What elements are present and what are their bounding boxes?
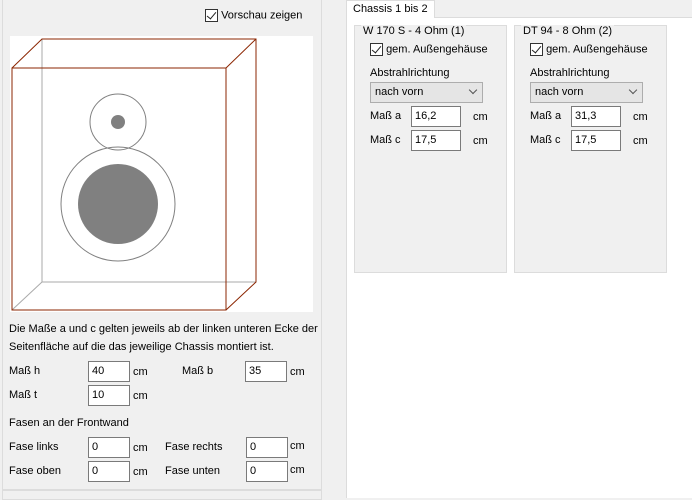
unit-label: cm [633, 111, 648, 123]
fase-unten-label: Fase unten [165, 465, 221, 477]
info-line: Seitenfläche auf die das jeweilige Chass… [9, 341, 274, 353]
direction-select[interactable]: nach vorn [370, 82, 483, 103]
unit-label: cm [133, 366, 148, 378]
unit-label: cm [133, 466, 148, 478]
info-text: Die Maße a und c gelten jeweils ab der l… [9, 320, 319, 356]
chassis-title: DT 94 - 8 Ohm (2) [521, 25, 615, 37]
mass-c-input[interactable]: 17,5 [411, 130, 461, 151]
mass-c-input[interactable]: 17,5 [571, 130, 621, 151]
fase-oben-label: Fase oben [9, 465, 61, 477]
gem-aussengehaeuse-checkbox[interactable]: gem. Außengehäuse [530, 43, 648, 56]
preview-checkbox[interactable]: Vorschau zeigen [205, 9, 302, 22]
fase-links-label: Fase links [9, 441, 59, 453]
mass-a-label: Maß a [370, 110, 402, 122]
bevels-title: Fasen an der Frontwand [9, 417, 129, 429]
preview-background [10, 36, 313, 312]
mass-t-input[interactable]: 10 [88, 385, 130, 406]
preview-checkbox-label: Vorschau zeigen [221, 9, 303, 22]
direction-label: Abstrahlrichtung [530, 67, 610, 79]
fase-oben-input[interactable]: 0 [88, 461, 130, 482]
speaker-preview [10, 36, 313, 312]
chassis-group-1: W 170 S - 4 Ohm (1) gem. Außengehäuse Ab… [354, 25, 507, 273]
checkbox-checked-icon [205, 9, 218, 22]
unit-label: cm [133, 390, 148, 402]
mass-c-label: Maß c [530, 134, 561, 146]
unit-label: cm [633, 135, 648, 147]
direction-select[interactable]: nach vorn [530, 82, 643, 103]
unit-label: cm [133, 442, 148, 454]
mass-a-label: Maß a [530, 110, 562, 122]
gem-aussengehaeuse-checkbox[interactable]: gem. Außengehäuse [370, 43, 488, 56]
mass-a-input[interactable]: 16,2 [411, 106, 461, 127]
woofer-cone [78, 164, 158, 244]
direction-value: nach vorn [375, 86, 424, 98]
chevron-down-icon [628, 85, 638, 95]
tweeter-dome [111, 115, 125, 129]
fase-rechts-label: Fase rechts [165, 441, 223, 453]
chassis-group-2: DT 94 - 8 Ohm (2) gem. Außengehäuse Abst… [514, 25, 667, 273]
mass-h-label: Maß h [9, 365, 41, 377]
unit-label: cm [473, 111, 488, 123]
info-line: Die Maße a und c gelten jeweils ab der l… [9, 323, 318, 335]
tab-label: Chassis 1 bis 2 [353, 3, 428, 15]
unit-label: cm [290, 440, 305, 452]
checkbox-label: gem. Außengehäuse [386, 43, 488, 56]
fase-unten-input[interactable]: 0 [246, 461, 288, 482]
mass-h-input[interactable]: 40 [88, 361, 130, 382]
checkbox-checked-icon [370, 43, 383, 56]
checkbox-checked-icon [530, 43, 543, 56]
mass-a-input[interactable]: 31,3 [571, 106, 621, 127]
panel-bottom-border [2, 490, 322, 500]
chevron-down-icon [468, 85, 478, 95]
unit-label: cm [290, 366, 305, 378]
direction-label: Abstrahlrichtung [370, 67, 450, 79]
unit-label: cm [473, 135, 488, 147]
tab-chassis-1-2[interactable]: Chassis 1 bis 2 [346, 0, 435, 18]
unit-label: cm [290, 464, 305, 476]
direction-value: nach vorn [535, 86, 584, 98]
mass-t-label: Maß t [9, 389, 38, 401]
mass-b-input[interactable]: 35 [245, 361, 287, 382]
fase-rechts-input[interactable]: 0 [246, 437, 288, 458]
mass-b-label: Maß b [182, 365, 214, 377]
checkbox-label: gem. Außengehäuse [546, 43, 648, 56]
fase-links-input[interactable]: 0 [88, 437, 130, 458]
chassis-title: W 170 S - 4 Ohm (1) [361, 25, 467, 37]
mass-c-label: Maß c [370, 134, 401, 146]
